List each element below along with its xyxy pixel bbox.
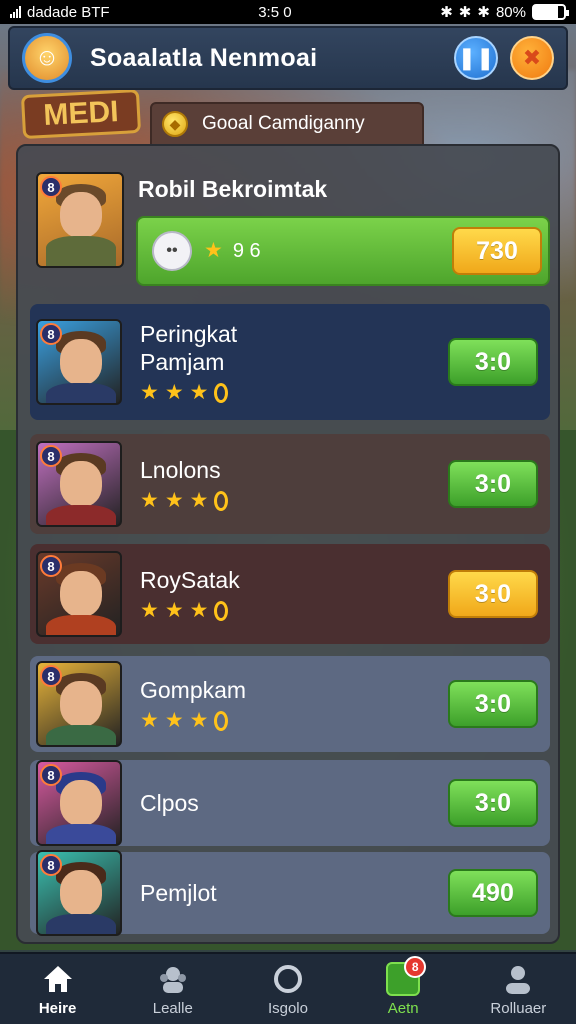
player-name: Peringkat (140, 321, 238, 347)
ghost-icon: •• (152, 231, 192, 271)
bottom-navigation: Heire Lealle Isgolo 8 Aetn Rolluaer (0, 952, 576, 1024)
pause-button[interactable]: ❚❚ (454, 36, 498, 80)
rank-badge: 8 (40, 445, 62, 467)
player-subname: Pamjam (140, 349, 225, 375)
avatar-face-icon: ☺ (34, 44, 60, 71)
coin-icon: ◆ (162, 111, 188, 137)
star-icon: ★ (164, 599, 184, 622)
score-button[interactable]: 3:0 (448, 680, 538, 728)
nav-social[interactable]: Isgolo (238, 962, 338, 1017)
star-icon: ★ (140, 381, 159, 404)
carrier-text: dadade BTF (27, 3, 110, 21)
close-button[interactable]: ✖ (510, 36, 554, 80)
status-bar: dadade BTF 3:5 0 ✱ ✱ ✱ 80% (0, 0, 576, 24)
star-icon: ★ (189, 489, 209, 512)
nav-label: Isgolo (267, 999, 308, 1017)
shop-icon: 8 (386, 955, 427, 996)
star-icon: ★ (164, 709, 184, 732)
battery-icon (531, 4, 569, 20)
leaderboard-row[interactable]: 8 Gompkam ★ ★ ★ 3:0 (30, 656, 550, 752)
player-portrait: 8 (36, 441, 122, 527)
leaderboard-panel: 8 Robil Bekroimtak •• ★ 9 6 730 8 Peringk… (16, 144, 560, 944)
tab-gold-campaign[interactable]: ◆ Gooal Camdiganny (150, 102, 424, 146)
score-button[interactable]: 490 (448, 869, 538, 917)
star-icon: ★ (189, 381, 209, 404)
battery-percent: 80% (495, 3, 526, 21)
rank-badge: 8 (40, 665, 62, 687)
player-portrait: 8 (36, 760, 122, 846)
player-portrait: 8 (36, 319, 122, 405)
profile-icon (506, 965, 531, 994)
close-icon: ✖ (522, 45, 542, 70)
featured-portrait: 8 (36, 172, 124, 268)
tab-label: Gooal Camdiganny (202, 113, 365, 134)
featured-score-button[interactable]: 730 (452, 227, 542, 275)
star-icon: ★ (189, 599, 209, 622)
bluetooth-icon: ✱ (440, 4, 453, 21)
nav-league[interactable]: Lealle (123, 962, 223, 1017)
player-portrait: 8 (36, 661, 122, 747)
featured-score-bar: •• ★ 9 6 730 (136, 216, 550, 286)
star-icon: ★ (164, 489, 184, 512)
leaderboard-row[interactable]: 8 Peringkat Pamjam ★ ★ ★ 3:0 (30, 304, 550, 420)
player-name: Clpos (140, 790, 199, 816)
nav-shop[interactable]: 8 Aetn (353, 955, 453, 1017)
leaderboard-row[interactable]: 8 RoySatak ★ ★ ★ 3:0 (30, 544, 550, 644)
star-icon: ★ (140, 489, 159, 512)
bluetooth-icon: ✱ (458, 4, 472, 21)
nav-label: Lealle (152, 999, 193, 1017)
leaderboard-row[interactable]: 8 Clpos 3:0 (30, 760, 550, 846)
nav-label: Heire (38, 999, 77, 1017)
guild-icon (159, 966, 186, 993)
star-rating: ★ ★ ★ (140, 600, 448, 622)
featured-player-row[interactable]: 8 Robil Bekroimtak •• ★ 9 6 730 (30, 166, 550, 290)
bluetooth-icon: ✱ (477, 4, 490, 21)
player-name: Pemjlot (140, 880, 217, 906)
ring-icon (214, 711, 229, 731)
star-icon: ★ (140, 599, 159, 622)
ring-icon (273, 964, 302, 993)
ring-icon (214, 491, 229, 511)
star-icon: ★ (204, 239, 223, 262)
pause-icon: ❚❚ (457, 45, 495, 70)
rank-badge: 8 (40, 176, 62, 198)
leaderboard-row[interactable]: 8 Pemjlot 490 (30, 850, 550, 936)
score-button[interactable]: 3:0 (448, 570, 538, 618)
score-button[interactable]: 3:0 (448, 460, 538, 508)
nav-home[interactable]: Heire (8, 962, 108, 1017)
featured-name: Robil Bekroimtak (138, 176, 328, 202)
featured-stats: 9 6 (232, 239, 261, 262)
star-rating: ★ ★ ★ (140, 490, 448, 512)
player-avatar[interactable]: ☺ (22, 33, 72, 83)
player-portrait: 8 (36, 551, 122, 637)
home-icon (43, 965, 72, 992)
nav-label: Rolluaer (490, 999, 547, 1017)
nav-label: Aetn (387, 999, 419, 1017)
notification-badge: 8 (404, 955, 427, 978)
star-rating: ★ ★ ★ (140, 382, 448, 404)
star-icon: ★ (140, 709, 159, 732)
background-sign: MEDI (20, 88, 142, 140)
ring-icon (214, 601, 229, 621)
player-name: Gompkam (140, 677, 247, 703)
player-portrait: 8 (36, 850, 122, 936)
player-name: Lnolons (140, 457, 221, 483)
star-icon: ★ (189, 709, 209, 732)
rank-badge: 8 (40, 854, 62, 876)
rank-badge: 8 (40, 555, 62, 577)
clock: 3:5 0 (258, 3, 292, 21)
score-button[interactable]: 3:0 (448, 779, 538, 827)
nav-profile[interactable]: Rolluaer (468, 962, 568, 1017)
star-rating: ★ ★ ★ (140, 710, 448, 732)
player-name: RoySatak (140, 567, 240, 593)
leaderboard-row[interactable]: 8 Lnolons ★ ★ ★ 3:0 (30, 434, 550, 534)
rank-badge: 8 (40, 764, 62, 786)
top-header: ☺ Soaalatla Nenmoai ❚❚ ✖ (8, 26, 568, 90)
signal-icon (10, 6, 21, 18)
star-icon: ★ (164, 381, 184, 404)
page-title: Soaalatla Nenmoai (90, 43, 318, 72)
ring-icon (214, 383, 229, 403)
score-button[interactable]: 3:0 (448, 338, 538, 386)
rank-badge: 8 (40, 323, 62, 345)
